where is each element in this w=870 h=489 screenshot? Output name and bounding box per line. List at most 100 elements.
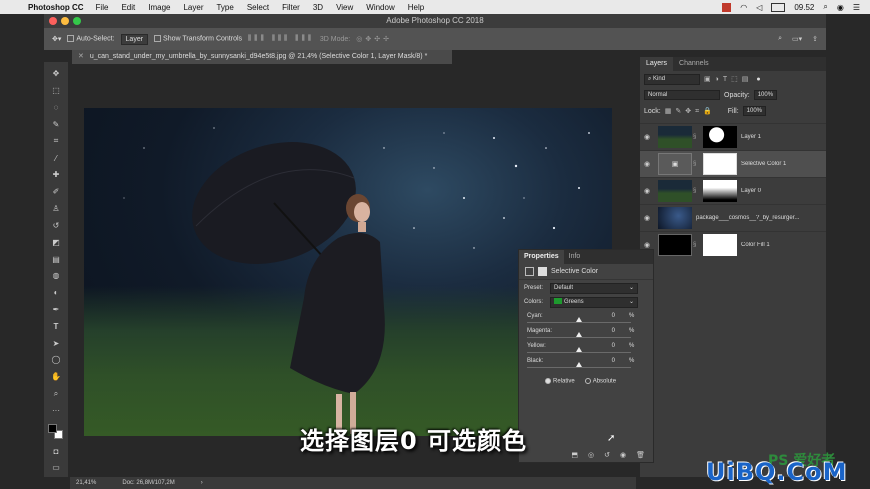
lock-icons[interactable]: ▦✎✥⌗🔒 [665, 107, 716, 116]
fill-input[interactable]: 100% [742, 106, 766, 116]
record-status-icon[interactable] [722, 2, 732, 12]
layer-name[interactable]: Layer 1 [741, 134, 761, 140]
mask-icon[interactable] [538, 267, 547, 276]
layer-row[interactable]: ◉ § Layer 0 [640, 177, 826, 204]
slider-handle[interactable] [576, 362, 582, 367]
gradient-tool-icon[interactable]: ▤ [49, 252, 63, 266]
layer-row[interactable]: ◉ package___cosmos__?_by_resurger... [640, 204, 826, 231]
layer-row[interactable]: ◉ § Color Fill 1 [640, 231, 826, 258]
trash-icon[interactable]: 🗑 [636, 451, 645, 459]
relative-radio[interactable]: Relative [545, 378, 575, 385]
layer-mask-thumbnail[interactable] [703, 126, 737, 148]
colors-dropdown[interactable]: Greens ⌄ [550, 296, 638, 308]
menu-layer[interactable]: Layer [183, 3, 203, 12]
quick-select-tool-icon[interactable]: ✎ [49, 117, 63, 131]
crop-tool-icon[interactable]: ⌗ [49, 134, 63, 148]
transform-controls-checkbox[interactable]: Show Transform Controls [154, 35, 242, 43]
3d-controls-icon[interactable]: ◎✥✣✢ [356, 35, 392, 43]
minimize-window-button[interactable] [61, 17, 69, 25]
visibility-eye-icon[interactable]: ◉ [640, 241, 654, 249]
share-icon[interactable]: ⇪ [812, 35, 818, 43]
app-name-menu[interactable]: Photoshop CC [28, 3, 84, 12]
menu-type[interactable]: Type [216, 3, 233, 12]
slider-track[interactable] [527, 332, 631, 338]
opacity-input[interactable]: 100% [753, 90, 778, 100]
menu-view[interactable]: View [336, 3, 353, 12]
preset-dropdown[interactable]: Default ⌄ [550, 282, 638, 294]
move-tool-icon[interactable]: ✥ [49, 67, 63, 81]
visibility-eye-icon[interactable]: ◉ [640, 187, 654, 195]
dodge-tool-icon[interactable]: ◐ [49, 286, 63, 300]
visibility-eye-icon[interactable]: ◉ [640, 214, 654, 222]
view-previous-icon[interactable]: ◎ [588, 451, 594, 459]
auto-select-dropdown[interactable]: Layer [120, 33, 149, 45]
menu-image[interactable]: Image [148, 3, 170, 12]
reset-icon[interactable]: ↺ [604, 451, 610, 459]
tab-layers[interactable]: Layers [640, 57, 674, 71]
layer-name[interactable]: Color Fill 1 [741, 242, 770, 248]
absolute-radio[interactable]: Absolute [584, 378, 616, 385]
slider-track[interactable] [527, 347, 631, 353]
battery-icon[interactable] [771, 2, 786, 12]
move-tool-icon[interactable]: ✥▾ [52, 35, 61, 43]
notification-icon[interactable]: ☰ [853, 3, 860, 12]
search-icon[interactable]: ⌕ [823, 2, 827, 12]
volume-icon[interactable]: ◁ [756, 3, 762, 12]
menu-help[interactable]: Help [408, 3, 424, 12]
hand-tool-icon[interactable]: ✋ [49, 370, 63, 384]
layer-row[interactable]: ◉ § Layer 1 [640, 123, 826, 150]
layer-filter-icons[interactable]: ▣◑T⬚▤ [704, 75, 752, 83]
zoom-window-button[interactable] [73, 17, 81, 25]
menu-file[interactable]: File [96, 3, 109, 12]
align-buttons-icon[interactable]: ⫼⫼⫼ ⫼⫼⫼ ⫼⫼⫼ [248, 35, 314, 43]
path-select-tool-icon[interactable]: ➤ [49, 336, 63, 350]
lasso-tool-icon[interactable]: ◌ [49, 101, 63, 115]
tab-channels[interactable]: Channels [673, 57, 715, 71]
slider-handle[interactable] [576, 347, 582, 352]
layer-name[interactable]: Selective Color 1 [741, 161, 786, 167]
slider-value[interactable]: 0 [599, 343, 615, 349]
filter-toggle-icon[interactable]: ● [756, 76, 760, 83]
history-brush-tool-icon[interactable]: ↺ [49, 218, 63, 232]
type-tool-icon[interactable]: T [49, 319, 63, 333]
magenta-slider[interactable]: Magenta: 0% [519, 328, 653, 338]
workspace-icon[interactable]: ▭▾ [792, 35, 802, 43]
color-swatches-icon[interactable] [47, 423, 65, 441]
zoom-level[interactable]: 21,41% [76, 480, 96, 486]
visibility-eye-icon[interactable]: ◉ [620, 451, 626, 459]
eyedropper-tool-icon[interactable]: ⁄ [49, 151, 63, 165]
auto-select-checkbox[interactable]: Auto-Select: [67, 35, 115, 43]
menu-edit[interactable]: Edit [121, 3, 135, 12]
black-slider[interactable]: Black: 0% [519, 358, 653, 368]
tab-info[interactable]: Info [564, 250, 586, 264]
healing-brush-tool-icon[interactable]: ✚ [49, 168, 63, 182]
menu-3d[interactable]: 3D [313, 3, 323, 12]
visibility-eye-icon[interactable]: ◉ [640, 133, 654, 141]
menu-window[interactable]: Window [366, 3, 394, 12]
layer-name[interactable]: Layer 0 [741, 188, 761, 194]
search-icon[interactable]: ⌕ [778, 35, 782, 43]
clip-to-layer-icon[interactable]: ⬒ [571, 451, 578, 459]
brush-tool-icon[interactable]: ✐ [49, 185, 63, 199]
marquee-tool-icon[interactable]: ⬚ [49, 84, 63, 98]
layer-filter-dropdown[interactable]: ⌕ Kind [644, 73, 700, 85]
slider-value[interactable]: 0 [599, 358, 615, 364]
quick-mask-icon[interactable]: ◘ [49, 444, 63, 458]
tab-properties[interactable]: Properties [519, 250, 564, 264]
slider-handle[interactable] [576, 332, 582, 337]
screen-mode-icon[interactable]: ▭ [49, 461, 63, 475]
layer-row[interactable]: ◉ ▣ § Selective Color 1 [640, 150, 826, 177]
wifi-icon[interactable]: ◠ [740, 3, 747, 12]
slider-value[interactable]: 0 [599, 313, 615, 319]
menu-filter[interactable]: Filter [282, 3, 300, 12]
menu-select[interactable]: Select [247, 3, 269, 12]
siri-icon[interactable]: ◉ [837, 3, 844, 12]
more-tools-icon[interactable]: ··· [49, 404, 63, 418]
ellipse-tool-icon[interactable]: ◯ [49, 353, 63, 367]
clone-stamp-tool-icon[interactable]: ♙ [49, 202, 63, 216]
blend-mode-dropdown[interactable]: Normal [644, 90, 720, 100]
document-tab[interactable]: ✕ u_can_stand_under_my_umbrella_by_sunny… [72, 50, 452, 64]
slider-track[interactable] [527, 317, 631, 323]
close-document-icon[interactable]: ✕ [78, 53, 84, 60]
layer-name[interactable]: package___cosmos__?_by_resurger... [696, 215, 799, 221]
